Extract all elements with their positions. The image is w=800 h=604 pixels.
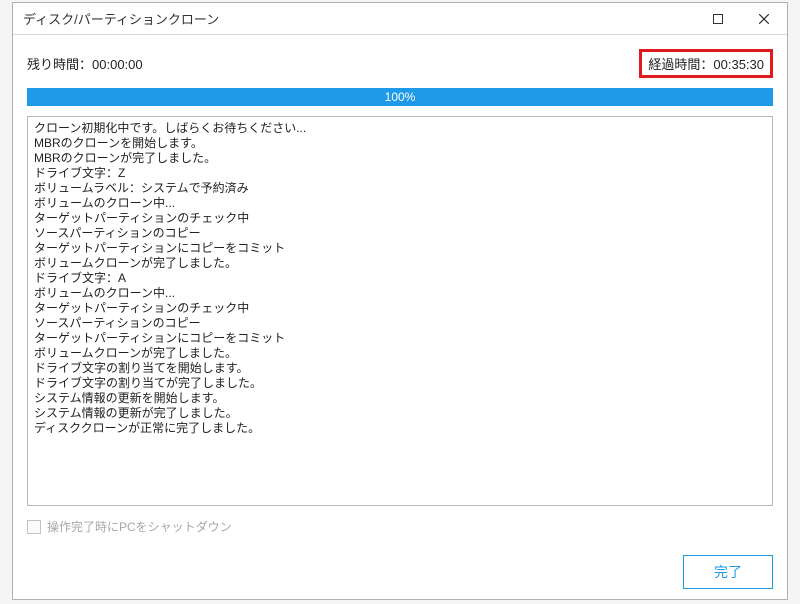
remaining-time-label: 残り時間： [27, 57, 92, 72]
shutdown-checkbox[interactable]: 操作完了時にPCをシャットダウン [27, 518, 232, 535]
done-button-label: 完了 [714, 562, 742, 582]
elapsed-time-highlight: 経過時間：00:35:30 [639, 49, 773, 78]
window-title: ディスク/パーティションクローン [23, 9, 695, 28]
maximize-button[interactable] [695, 3, 741, 35]
dialog-window: ディスク/パーティションクローン 残り時間：00:00:00 経過時間：00:3… [12, 2, 788, 600]
options-row: 操作完了時にPCをシャットダウン [27, 518, 773, 535]
elapsed-time-label: 経過時間： [648, 57, 713, 72]
remaining-time: 残り時間：00:00:00 [27, 54, 143, 73]
progress-bar: 100% [27, 88, 773, 106]
log-output[interactable]: クローン初期化中です。しばらくお待ちください... MBRのクローンを開始します… [27, 116, 773, 506]
elapsed-time-value: 00:35:30 [713, 57, 764, 72]
done-button[interactable]: 完了 [683, 555, 773, 589]
shutdown-checkbox-label: 操作完了時にPCをシャットダウン [47, 518, 232, 535]
progress-bar-label: 100% [27, 88, 773, 106]
remaining-time-value: 00:00:00 [92, 57, 143, 72]
time-row: 残り時間：00:00:00 経過時間：00:35:30 [27, 49, 773, 78]
button-row: 完了 [27, 555, 773, 589]
close-icon [759, 14, 769, 24]
maximize-icon [713, 14, 723, 24]
close-button[interactable] [741, 3, 787, 35]
titlebar: ディスク/パーティションクローン [13, 3, 787, 35]
dialog-content: 残り時間：00:00:00 経過時間：00:35:30 100% クローン初期化… [13, 35, 787, 599]
checkbox-icon [27, 520, 41, 534]
